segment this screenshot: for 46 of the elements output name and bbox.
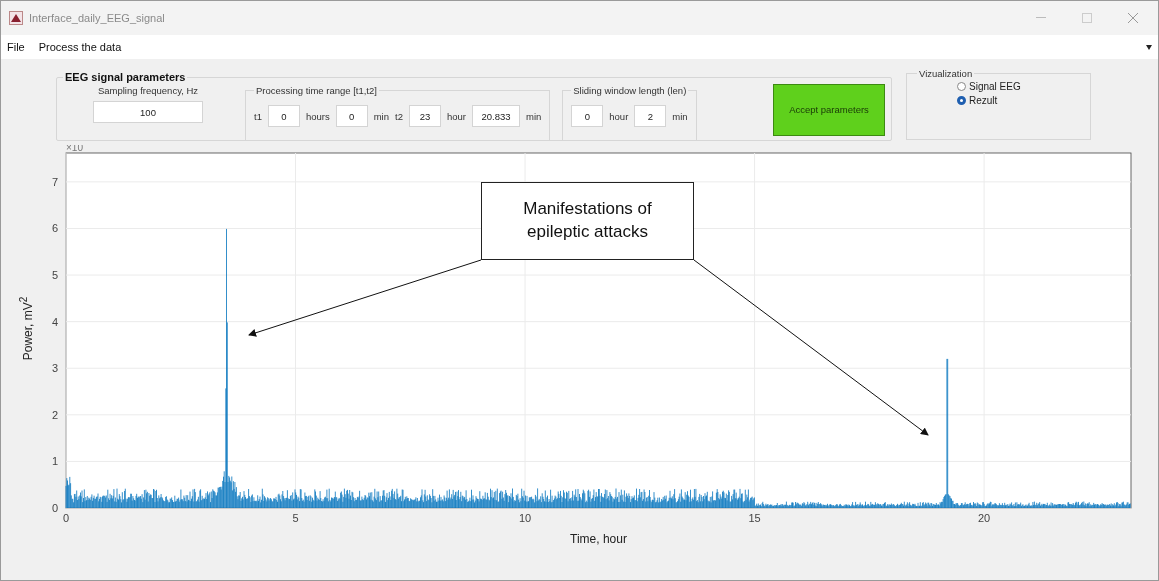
caret-icon[interactable] <box>1146 44 1152 50</box>
app-icon <box>9 11 23 25</box>
tick-label: 4 <box>51 315 58 328</box>
annotation-text: Manifestations of epileptic attacks <box>481 182 694 260</box>
field-label: min <box>672 110 688 122</box>
tick-label: 2 <box>51 408 58 421</box>
close-icon[interactable] <box>1128 13 1138 23</box>
minimize-icon[interactable] <box>1036 17 1046 19</box>
tick-label: 7 <box>51 175 58 188</box>
maximize-icon[interactable] <box>1082 13 1092 23</box>
group-title: Processing time range [t1,t2] <box>255 85 378 96</box>
input-field[interactable]: 2 <box>634 105 667 127</box>
field-label: t1 <box>254 110 262 122</box>
field-label: hours <box>305 110 330 122</box>
input-field[interactable]: 0 <box>267 105 300 127</box>
x-axis-label: Time, hour <box>570 532 627 546</box>
tick-label: 10 <box>518 512 532 524</box>
field-label: Sampling frequency, Hz <box>97 85 199 96</box>
tick-label: 20 <box>978 512 991 524</box>
field-label: t2 <box>395 110 403 122</box>
input-field[interactable]: 0 <box>571 105 604 127</box>
input-field[interactable]: 23 <box>408 105 441 127</box>
window-title: Interface_daily_EEG_signal <box>29 12 166 24</box>
tick-label: 6 <box>51 222 58 235</box>
group-title: Sliding window length (len) <box>572 85 688 96</box>
menu-item[interactable]: File <box>7 41 25 53</box>
input-field[interactable]: 0 <box>335 105 368 127</box>
menu-item[interactable]: Process the data <box>38 41 122 53</box>
radio-option[interactable]: Signal EEG <box>917 81 1080 92</box>
tick-label: 1 <box>51 455 58 468</box>
panel-title: EEG signal parameters <box>64 71 187 83</box>
field-label: min <box>525 110 542 122</box>
field-label: min <box>373 110 389 122</box>
tick-label: 5 <box>292 512 299 524</box>
tick-label: 0 <box>62 512 70 524</box>
field-label: hour <box>446 110 466 122</box>
field-label: hour <box>609 110 629 122</box>
accept-button[interactable]: Accept parameters <box>773 83 885 136</box>
tick-label: 15 <box>748 512 761 524</box>
input-field[interactable]: 100 <box>93 101 203 123</box>
tick-label: 3 <box>51 362 58 375</box>
radio-option[interactable]: Rezult <box>917 95 1080 106</box>
tick-label: 5 <box>51 269 58 282</box>
tick-label: 0 <box>51 502 58 514</box>
input-field[interactable]: 20.833 <box>471 105 520 127</box>
group-title: Vizualization <box>918 68 974 79</box>
